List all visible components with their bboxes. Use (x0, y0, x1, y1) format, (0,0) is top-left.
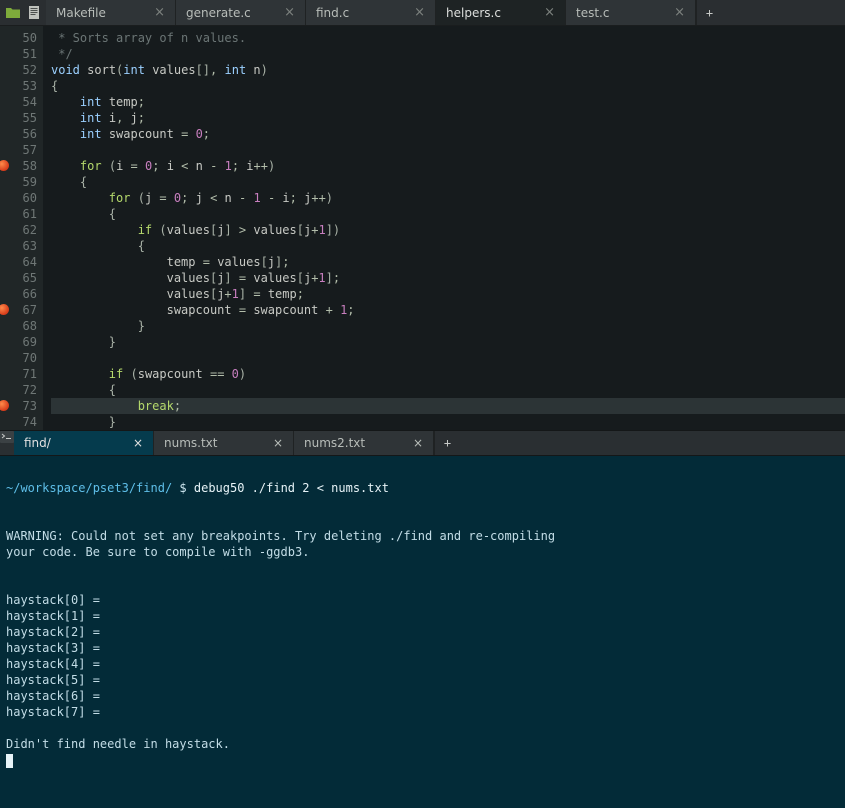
document-icon[interactable] (28, 6, 40, 19)
code-line[interactable]: values[j+1] = temp; (51, 286, 845, 302)
close-icon[interactable]: × (413, 436, 423, 450)
terminal-command: debug50 ./find 2 < nums.txt (194, 481, 389, 495)
terminal-output: WARNING: Could not set any breakpoints. … (6, 496, 839, 752)
line-number[interactable]: 74 (0, 414, 43, 430)
code-line[interactable]: } (51, 414, 845, 430)
code-line[interactable]: int swapcount = 0; (51, 126, 845, 142)
tab-label: helpers.c (446, 6, 501, 20)
prompt-symbol: $ (179, 481, 186, 495)
line-number[interactable]: 66 (0, 286, 43, 302)
terminal-cursor (6, 754, 13, 768)
line-number[interactable]: 50 (0, 30, 43, 46)
line-number[interactable]: 55 (0, 110, 43, 126)
code-line[interactable]: temp = values[j]; (51, 254, 845, 270)
code-line[interactable]: int i, j; (51, 110, 845, 126)
line-number[interactable]: 51 (0, 46, 43, 62)
editor-tab[interactable]: helpers.c × (436, 0, 566, 25)
code-line[interactable]: { (51, 238, 845, 254)
terminal-icon[interactable] (0, 432, 14, 446)
line-number[interactable]: 54 (0, 94, 43, 110)
line-number-breakpoint[interactable]: 67 (0, 302, 43, 318)
close-icon[interactable]: × (414, 6, 425, 19)
code-line[interactable]: values[j] = values[j+1]; (51, 270, 845, 286)
line-number[interactable]: 57 (0, 142, 43, 158)
code-line[interactable]: */ (51, 46, 845, 62)
prompt-path: ~/workspace/pset3/find/ (6, 481, 172, 495)
code-line[interactable]: } (51, 334, 845, 350)
editor-tab[interactable]: test.c × (566, 0, 696, 25)
line-number[interactable]: 69 (0, 334, 43, 350)
close-icon[interactable]: × (544, 6, 555, 19)
tab-label: nums.txt (164, 436, 217, 450)
code-line[interactable]: for (i = 0; i < n - 1; i++) (51, 158, 845, 174)
terminal-line: ~/workspace/pset3/find/ $ debug50 ./find… (6, 464, 839, 496)
line-number[interactable]: 70 (0, 350, 43, 366)
code-line[interactable]: if (values[j] > values[j+1]) (51, 222, 845, 238)
new-terminal-tab-button[interactable]: + (434, 431, 460, 455)
terminal-tab[interactable]: find/ × (14, 431, 154, 455)
code-line[interactable]: * Sorts array of n values. (51, 30, 845, 46)
line-number-gutter: 5051525354555657585960616263646566676869… (0, 26, 43, 430)
code-line[interactable]: { (51, 206, 845, 222)
tab-label: find/ (24, 436, 51, 450)
new-tab-button[interactable]: + (696, 0, 722, 25)
terminal-leading-icons (0, 431, 14, 455)
line-number[interactable]: 68 (0, 318, 43, 334)
code-line[interactable] (51, 142, 845, 158)
line-number[interactable]: 65 (0, 270, 43, 286)
code-line[interactable]: void sort(int values[], int n) (51, 62, 845, 78)
line-number[interactable]: 52 (0, 62, 43, 78)
line-number[interactable]: 64 (0, 254, 43, 270)
close-icon[interactable]: × (284, 6, 295, 19)
code-line[interactable]: { (51, 382, 845, 398)
line-number[interactable]: 72 (0, 382, 43, 398)
line-number-breakpoint[interactable]: 58 (0, 158, 43, 174)
editor-tab[interactable]: generate.c × (176, 0, 306, 25)
close-icon[interactable]: × (154, 6, 165, 19)
terminal-tab-bar: find/ × nums.txt × nums2.txt × + (0, 430, 845, 456)
editor-tab[interactable]: find.c × (306, 0, 436, 25)
close-icon[interactable]: × (273, 436, 283, 450)
code-line[interactable]: } (51, 318, 845, 334)
line-number[interactable]: 61 (0, 206, 43, 222)
line-number[interactable]: 59 (0, 174, 43, 190)
code-line[interactable]: for (j = 0; j < n - 1 - i; j++) (51, 190, 845, 206)
close-icon[interactable]: × (133, 436, 143, 450)
code-line[interactable]: if (swapcount == 0) (51, 366, 845, 382)
tab-label: generate.c (186, 6, 251, 20)
code-area[interactable]: * Sorts array of n values. */void sort(i… (43, 26, 845, 430)
code-line[interactable]: { (51, 174, 845, 190)
line-number-breakpoint[interactable]: 73 (0, 398, 43, 414)
code-editor[interactable]: 5051525354555657585960616263646566676869… (0, 26, 845, 430)
folder-icon[interactable] (6, 7, 20, 19)
line-number[interactable]: 56 (0, 126, 43, 142)
code-line[interactable]: int temp; (51, 94, 845, 110)
line-number[interactable]: 60 (0, 190, 43, 206)
tab-label: Makefile (56, 6, 106, 20)
tab-label: nums2.txt (304, 436, 365, 450)
plus-icon: + (444, 436, 451, 450)
tab-label: test.c (576, 6, 609, 20)
line-number[interactable]: 63 (0, 238, 43, 254)
tab-label: find.c (316, 6, 349, 20)
close-icon[interactable]: × (674, 6, 685, 19)
terminal-panel[interactable]: ~/workspace/pset3/find/ $ debug50 ./find… (0, 456, 845, 808)
terminal-tab[interactable]: nums.txt × (154, 431, 294, 455)
line-number[interactable]: 53 (0, 78, 43, 94)
terminal-tab[interactable]: nums2.txt × (294, 431, 434, 455)
editor-tab[interactable]: Makefile × (46, 0, 176, 25)
line-number[interactable]: 71 (0, 366, 43, 382)
editor-tab-bar: Makefile×generate.c×find.c×helpers.c×tes… (0, 0, 845, 26)
tab-bar-leading-icons (0, 0, 46, 25)
plus-icon: + (706, 6, 713, 20)
line-number[interactable]: 62 (0, 222, 43, 238)
code-line[interactable]: swapcount = swapcount + 1; (51, 302, 845, 318)
code-line[interactable]: { (51, 78, 845, 94)
code-line[interactable]: break; (51, 398, 845, 414)
code-line[interactable] (51, 350, 845, 366)
